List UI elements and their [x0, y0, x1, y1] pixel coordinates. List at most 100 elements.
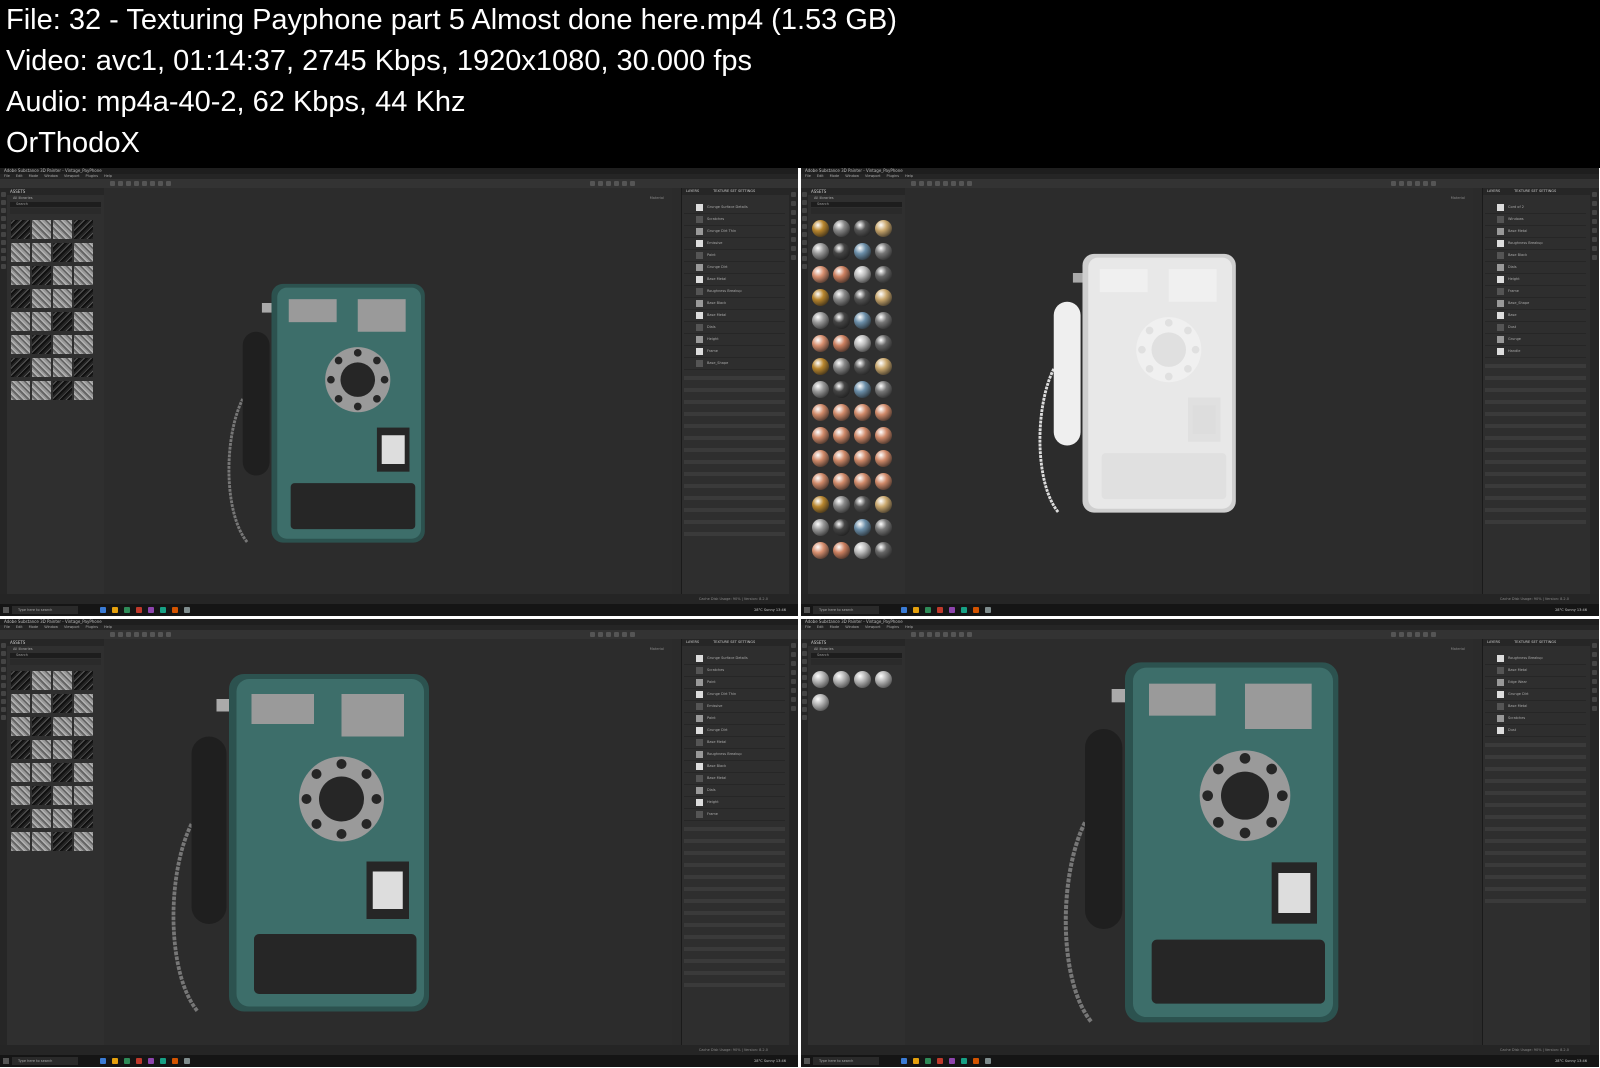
asset-search-input[interactable]: Search: [10, 653, 101, 658]
texture-thumbnail[interactable]: [32, 832, 51, 851]
asset-filter-icons[interactable]: [10, 208, 101, 214]
menu-item-edit[interactable]: Edit: [817, 625, 824, 629]
menu-item-file[interactable]: File: [4, 174, 10, 178]
property-slider[interactable]: [684, 935, 785, 939]
tool-icon[interactable]: [1407, 632, 1412, 637]
texture-thumbnail[interactable]: [53, 717, 72, 736]
panel-toggle-icon[interactable]: [1592, 643, 1597, 648]
texture-thumbnail[interactable]: [11, 832, 30, 851]
material-preview[interactable]: [833, 496, 850, 513]
property-slider[interactable]: [684, 863, 785, 867]
texture-thumbnail[interactable]: [53, 312, 72, 331]
texture-thumbnail[interactable]: [32, 671, 51, 690]
texture-thumbnail[interactable]: [74, 243, 93, 262]
tool-icon[interactable]: [150, 181, 155, 186]
brush-tool-icon[interactable]: [802, 200, 807, 205]
material-preview[interactable]: [812, 243, 829, 260]
property-slider[interactable]: [684, 911, 785, 915]
material-preview[interactable]: [812, 358, 829, 375]
taskbar-app-icon[interactable]: [100, 1058, 106, 1064]
material-preview[interactable]: [833, 519, 850, 536]
material-preview[interactable]: [812, 542, 829, 559]
property-slider[interactable]: [1485, 887, 1586, 891]
taskbar-app-icon[interactable]: [937, 1058, 943, 1064]
property-slider[interactable]: [684, 484, 785, 488]
property-slider[interactable]: [1485, 484, 1586, 488]
property-slider[interactable]: [684, 947, 785, 951]
property-slider[interactable]: [1485, 755, 1586, 759]
material-preview[interactable]: [854, 404, 871, 421]
tab-layers[interactable]: LAYERS: [1487, 640, 1500, 644]
panel-toggle-icon[interactable]: [1592, 255, 1597, 260]
texture-thumbnail[interactable]: [11, 671, 30, 690]
taskbar-app-icon[interactable]: [913, 1058, 919, 1064]
brush-tool-icon[interactable]: [802, 256, 807, 261]
property-slider[interactable]: [684, 400, 785, 404]
texture-thumbnail[interactable]: [74, 266, 93, 285]
brush-tool-icon[interactable]: [1, 683, 6, 688]
property-slider[interactable]: [1485, 779, 1586, 783]
taskbar-app-icon[interactable]: [937, 607, 943, 613]
layer-row[interactable]: Emissive: [684, 238, 785, 250]
texture-thumbnail[interactable]: [74, 671, 93, 690]
layer-row[interactable]: Handle: [1485, 346, 1586, 358]
taskbar-app-icon[interactable]: [184, 1058, 190, 1064]
material-preview[interactable]: [833, 542, 850, 559]
tool-icon[interactable]: [118, 632, 123, 637]
property-slider[interactable]: [1485, 388, 1586, 392]
brush-tool-icon[interactable]: [1, 675, 6, 680]
taskbar-app-icon[interactable]: [949, 607, 955, 613]
material-preview[interactable]: [812, 266, 829, 283]
texture-thumbnail[interactable]: [32, 717, 51, 736]
brush-tool-icon[interactable]: [1, 651, 6, 656]
menu-item-plugins[interactable]: Plugins: [85, 625, 98, 629]
texture-thumbnail[interactable]: [11, 786, 30, 805]
tool-icon[interactable]: [943, 181, 948, 186]
taskbar-app-icon[interactable]: [136, 1058, 142, 1064]
material-preview[interactable]: [854, 312, 871, 329]
texture-thumbnail[interactable]: [11, 289, 30, 308]
property-slider[interactable]: [1485, 448, 1586, 452]
texture-thumbnail[interactable]: [32, 243, 51, 262]
texture-thumbnail[interactable]: [53, 694, 72, 713]
property-slider[interactable]: [1485, 863, 1586, 867]
layer-row[interactable]: Base Metal: [684, 737, 785, 749]
menu-item-viewport[interactable]: Viewport: [865, 625, 880, 629]
tool-icon[interactable]: [606, 181, 611, 186]
brush-tool-icon[interactable]: [802, 643, 807, 648]
property-slider[interactable]: [684, 532, 785, 536]
taskbar-app-icon[interactable]: [148, 1058, 154, 1064]
tool-icon[interactable]: [959, 181, 964, 186]
property-slider[interactable]: [684, 472, 785, 476]
material-preview[interactable]: [833, 358, 850, 375]
brush-tool-icon[interactable]: [1, 691, 6, 696]
texture-thumbnail[interactable]: [53, 358, 72, 377]
layer-row[interactable]: Grunge Surface Details: [684, 202, 785, 214]
texture-thumbnail[interactable]: [11, 694, 30, 713]
property-slider[interactable]: [684, 983, 785, 987]
material-preview[interactable]: [875, 266, 892, 283]
taskbar-app-icon[interactable]: [172, 607, 178, 613]
material-preview[interactable]: [812, 404, 829, 421]
menu-item-window[interactable]: Window: [845, 625, 859, 629]
layer-row[interactable]: Roughness Breakup: [684, 749, 785, 761]
taskbar-app-icon[interactable]: [973, 1058, 979, 1064]
tool-icon[interactable]: [118, 181, 123, 186]
tool-icon[interactable]: [630, 632, 635, 637]
menu-item-viewport[interactable]: Viewport: [64, 174, 79, 178]
3d-viewport[interactable]: Material: [905, 188, 1473, 594]
layer-row[interactable]: Windows: [1485, 214, 1586, 226]
tool-icon[interactable]: [134, 181, 139, 186]
taskbar-app-icon[interactable]: [148, 607, 154, 613]
layer-row[interactable]: Frame: [684, 809, 785, 821]
layer-row[interactable]: Grunge Dirt Thin: [684, 226, 785, 238]
layer-row[interactable]: Grunge Dirt: [684, 262, 785, 274]
tool-icon[interactable]: [967, 632, 972, 637]
material-preview[interactable]: [812, 335, 829, 352]
menu-item-file[interactable]: File: [805, 625, 811, 629]
texture-thumbnail[interactable]: [74, 763, 93, 782]
layer-row[interactable]: Grunge: [1485, 334, 1586, 346]
texture-thumbnail[interactable]: [32, 266, 51, 285]
material-preview[interactable]: [833, 243, 850, 260]
tab-texture-set-settings[interactable]: TEXTURE SET SETTINGS: [713, 189, 755, 193]
